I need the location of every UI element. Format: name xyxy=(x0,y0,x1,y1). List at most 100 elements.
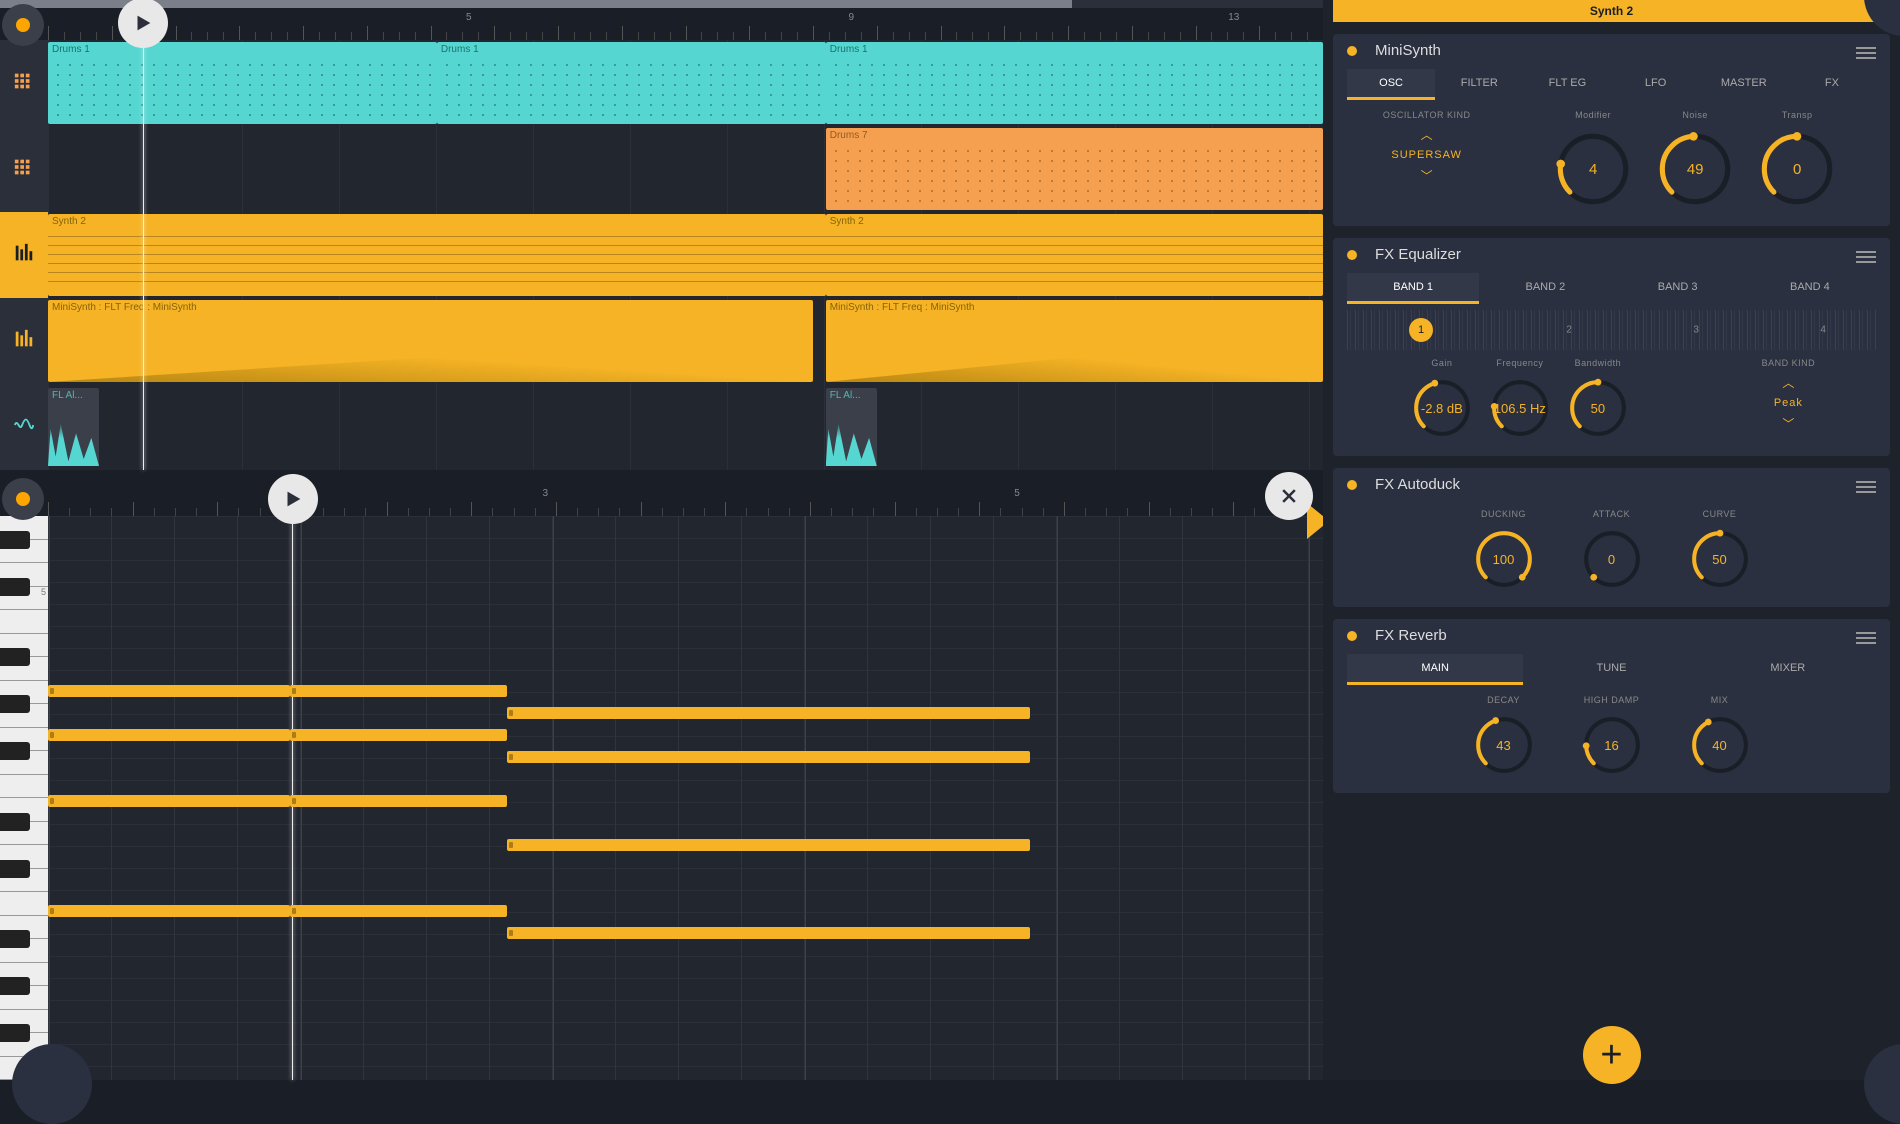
bottom-right-handle[interactable] xyxy=(1864,1044,1900,1124)
clip[interactable]: Drums 1 xyxy=(826,42,1323,124)
clip[interactable]: Synth 2 xyxy=(48,214,826,296)
track-header[interactable] xyxy=(0,384,48,470)
eq-band-handle[interactable]: 1 xyxy=(1409,318,1433,342)
chevron-down-icon[interactable]: ﹀ xyxy=(1782,415,1794,432)
note[interactable] xyxy=(48,905,290,917)
track-row[interactable]: FL Al... FL Al... xyxy=(0,384,1323,470)
knob-gain[interactable]: -2.8 dB xyxy=(1408,374,1476,442)
note[interactable] xyxy=(507,839,1030,851)
track-row[interactable]: Drums 1Drums 1Drums 1 xyxy=(0,40,1323,126)
track-row[interactable]: Drums 7 xyxy=(0,126,1323,212)
track-header[interactable] xyxy=(0,126,48,212)
eq-frequency-strip[interactable]: 1 2 3 4 xyxy=(1347,310,1876,350)
tab-mixer[interactable]: MIXER xyxy=(1700,654,1876,685)
piano-key[interactable] xyxy=(0,822,48,846)
eq-enable-led[interactable] xyxy=(1347,250,1357,260)
tab-tune[interactable]: TUNE xyxy=(1523,654,1699,685)
hamburger-menu-icon[interactable] xyxy=(1856,248,1876,262)
eq-band-marker[interactable]: 4 xyxy=(1820,325,1826,336)
clip[interactable]: MiniSynth : FLT Freq : MiniSynth xyxy=(48,300,813,382)
note[interactable] xyxy=(48,795,290,807)
tab-fx[interactable]: FX xyxy=(1788,69,1876,100)
track-row[interactable]: MiniSynth : FLT Freq : MiniSynthMiniSynt… xyxy=(0,298,1323,384)
knob-modifier[interactable]: 4 xyxy=(1550,126,1636,212)
tab-filter[interactable]: FILTER xyxy=(1435,69,1523,100)
note[interactable] xyxy=(290,795,507,807)
piano-key[interactable]: 5 xyxy=(0,587,48,611)
pianoroll-bar[interactable]: 35 xyxy=(0,476,1323,516)
clip[interactable]: Drums 1 xyxy=(437,42,826,124)
hamburger-menu-icon[interactable] xyxy=(1856,478,1876,492)
song-ruler[interactable]: 5913 xyxy=(48,8,1323,40)
note[interactable] xyxy=(48,685,290,697)
note[interactable] xyxy=(507,927,1030,939)
track-lane[interactable]: Drums 7 xyxy=(48,126,1323,212)
track-row[interactable]: Synth 2Synth 2 xyxy=(0,212,1323,298)
knob-high damp[interactable]: 16 xyxy=(1578,711,1646,779)
eq-band-marker[interactable]: 2 xyxy=(1566,325,1572,336)
tab-osc[interactable]: OSC xyxy=(1347,69,1435,100)
knob-attack[interactable]: 0 xyxy=(1578,525,1646,593)
track-lane[interactable]: FL Al... FL Al... xyxy=(48,384,1323,470)
knob-decay[interactable]: 43 xyxy=(1470,711,1538,779)
piano-key[interactable] xyxy=(0,775,48,799)
track-lane[interactable]: MiniSynth : FLT Freq : MiniSynthMiniSynt… xyxy=(48,298,1323,384)
hamburger-menu-icon[interactable] xyxy=(1856,629,1876,643)
add-fx-button[interactable]: + xyxy=(1583,1026,1641,1084)
piano-key[interactable] xyxy=(0,704,48,728)
clip[interactable]: MiniSynth : FLT Freq : MiniSynth xyxy=(826,300,1323,382)
piano-key[interactable] xyxy=(0,869,48,893)
clip[interactable]: FL Al... xyxy=(48,388,99,466)
clip[interactable]: FL Al... xyxy=(826,388,877,466)
tab-main[interactable]: MAIN xyxy=(1347,654,1523,685)
play-song-button[interactable] xyxy=(118,0,168,48)
tab-master[interactable]: MASTER xyxy=(1700,69,1788,100)
tab-band-2[interactable]: BAND 2 xyxy=(1479,273,1611,304)
knob-frequency[interactable]: 106.5 Hz xyxy=(1486,374,1554,442)
pianoroll-record-button[interactable] xyxy=(2,478,44,520)
clip[interactable]: Synth 2 xyxy=(826,214,1323,296)
tab-lfo[interactable]: LFO xyxy=(1612,69,1700,100)
record-button[interactable] xyxy=(2,4,44,46)
song-timeline-bar[interactable]: 5913 xyxy=(0,0,1323,40)
note[interactable] xyxy=(290,905,507,917)
band-kind-selector[interactable]: ︿ Peak ﹀ xyxy=(1774,374,1803,432)
piano-key[interactable] xyxy=(0,751,48,775)
knob-noise[interactable]: 49 xyxy=(1652,126,1738,212)
note[interactable] xyxy=(290,685,507,697)
pianoroll-grid[interactable] xyxy=(48,516,1323,1080)
tab-band-3[interactable]: BAND 3 xyxy=(1612,273,1744,304)
track-header[interactable] xyxy=(0,298,48,384)
hamburger-menu-icon[interactable] xyxy=(1856,44,1876,58)
panel-title-tab[interactable]: Synth 2 xyxy=(1333,0,1890,22)
eq-band-marker[interactable]: 3 xyxy=(1693,325,1699,336)
piano-key[interactable] xyxy=(0,657,48,681)
tab-band-4[interactable]: BAND 4 xyxy=(1744,273,1876,304)
pianoroll-ruler[interactable]: 35 xyxy=(48,484,1323,516)
chevron-up-icon[interactable]: ︿ xyxy=(1421,126,1433,143)
tab-flt-eg[interactable]: FLT EG xyxy=(1523,69,1611,100)
track-lane[interactable]: Drums 1Drums 1Drums 1 xyxy=(48,40,1323,126)
piano-keys[interactable]: 5 xyxy=(0,516,48,1080)
piano-key[interactable] xyxy=(0,610,48,634)
bottom-left-handle[interactable] xyxy=(12,1044,92,1124)
note[interactable] xyxy=(48,729,290,741)
note[interactable] xyxy=(507,751,1030,763)
osc-kind-selector[interactable]: ︿ SUPERSAW ﹀ xyxy=(1391,126,1462,184)
song-overview[interactable] xyxy=(0,0,1323,8)
clip[interactable]: Drums 1 xyxy=(48,42,437,124)
reverb-enable-led[interactable] xyxy=(1347,631,1357,641)
track-header[interactable] xyxy=(0,40,48,126)
track-header[interactable] xyxy=(0,212,48,298)
note[interactable] xyxy=(290,729,507,741)
piano-key[interactable] xyxy=(0,892,48,916)
tab-band-1[interactable]: BAND 1 xyxy=(1347,273,1479,304)
note[interactable] xyxy=(507,707,1030,719)
play-pattern-button[interactable] xyxy=(268,474,318,524)
knob-mix[interactable]: 40 xyxy=(1686,711,1754,779)
knob-transp[interactable]: 0 xyxy=(1754,126,1840,212)
autoduck-enable-led[interactable] xyxy=(1347,480,1357,490)
close-pianoroll-button[interactable] xyxy=(1265,472,1313,520)
clip[interactable]: Drums 7 xyxy=(826,128,1323,210)
track-lane[interactable]: Synth 2Synth 2 xyxy=(48,212,1323,298)
